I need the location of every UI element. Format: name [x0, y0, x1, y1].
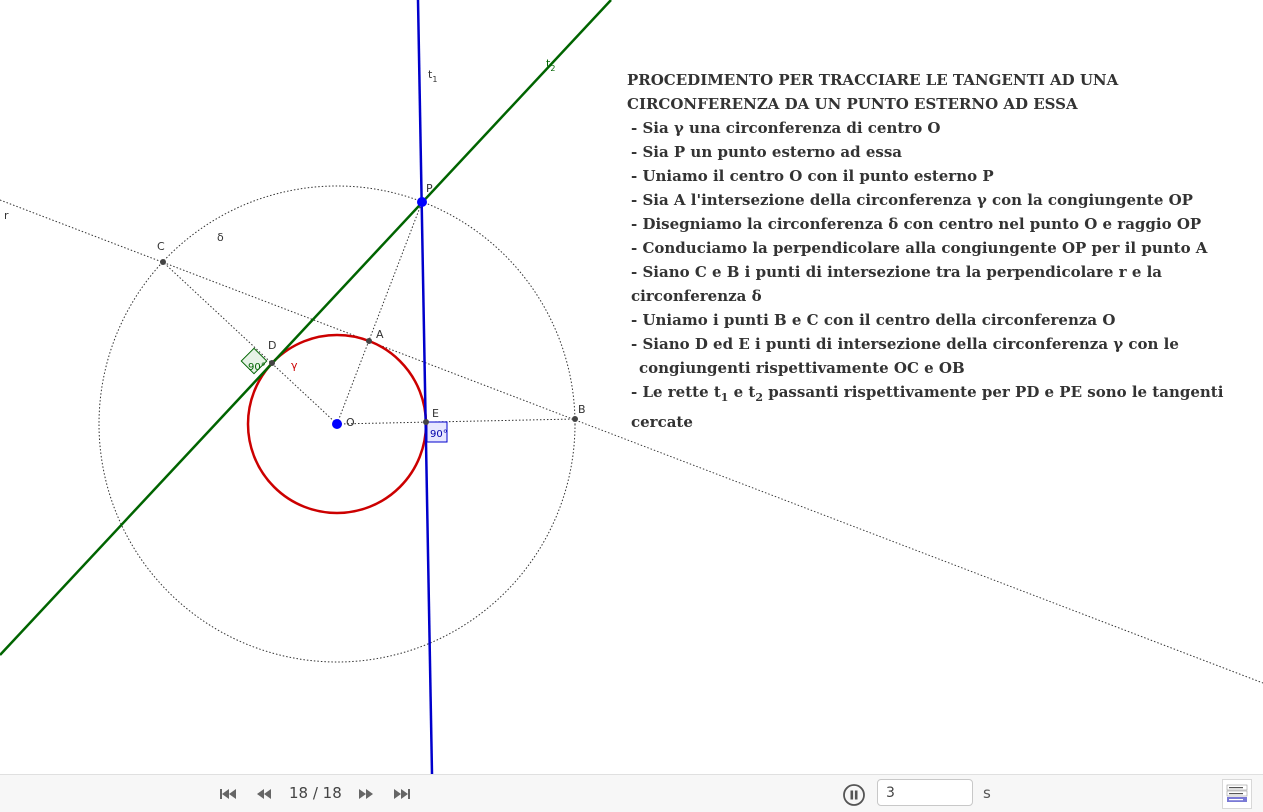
label-t1: t1 — [428, 68, 437, 84]
label-O: O — [346, 416, 355, 429]
step-forward-icon[interactable] — [355, 785, 377, 803]
instructions-text: PROCEDIMENTO PER TRACCIARE LE TANGENTI A… — [627, 68, 1247, 434]
instructions-title-line2: CIRCONFERENZA DA UN PUNTO ESTERNO AD ESS… — [627, 95, 1078, 113]
algebra-view-icon[interactable] — [1222, 779, 1252, 809]
instruction-step-last: - Le rette t1 e t2 passanti rispettivame… — [631, 383, 1224, 431]
step-back-icon[interactable] — [253, 785, 275, 803]
label-D: D — [268, 339, 276, 352]
instructions-title-line1: PROCEDIMENTO PER TRACCIARE LE TANGENTI A… — [627, 71, 1119, 89]
speed-input[interactable] — [877, 779, 973, 806]
label-C: C — [157, 240, 165, 253]
instruction-step-continuation: congiungenti rispettivamente OC e OB — [639, 359, 965, 377]
instruction-step: - Siano C e B i punti di intersezione tr… — [631, 263, 1162, 305]
point-C[interactable] — [160, 259, 166, 265]
segment-OB[interactable] — [336, 418, 576, 425]
label-A: A — [376, 328, 384, 341]
instruction-step: - Sia A l'intersezione della circonferen… — [631, 191, 1193, 209]
point-D[interactable] — [269, 360, 275, 366]
angle-label-E: 90° — [430, 429, 448, 440]
skip-to-end-icon[interactable] — [391, 785, 413, 803]
tangent-t1[interactable] — [416, 0, 434, 774]
instruction-step: - Conduciamo la perpendicolare alla cong… — [631, 239, 1208, 257]
instruction-step: - Sia P un punto esterno ad essa — [631, 143, 902, 161]
speed-unit-label: s — [983, 784, 991, 802]
skip-to-start-icon[interactable] — [217, 785, 239, 803]
instruction-step: - Disegniamo la circonferenza δ con cent… — [631, 215, 1202, 233]
segment-OC[interactable] — [162, 261, 338, 425]
label-E: E — [432, 407, 439, 420]
instruction-step: - Uniamo i punti B e C con il centro del… — [631, 311, 1116, 329]
point-E[interactable] — [423, 419, 429, 425]
label-delta: δ — [217, 231, 224, 244]
pause-icon[interactable] — [842, 783, 866, 807]
segment-OP[interactable] — [336, 201, 423, 425]
point-P[interactable] — [417, 197, 427, 207]
instruction-step: - Sia γ una circonferenza di centro O — [631, 119, 941, 137]
playback-toolbar: 18 / 18 s — [0, 774, 1263, 812]
instruction-step: - Uniamo il centro O con il punto estern… — [631, 167, 994, 185]
label-r: r — [4, 209, 9, 222]
tangent-t2[interactable] — [0, 0, 612, 656]
label-P: P — [426, 182, 433, 195]
point-B[interactable] — [572, 416, 578, 422]
point-O[interactable] — [332, 419, 342, 429]
instruction-step: - Siano D ed E i punti di intersezione d… — [631, 335, 1179, 353]
label-B: B — [578, 403, 586, 416]
label-gamma: γ — [291, 359, 298, 372]
point-A[interactable] — [366, 338, 372, 344]
step-counter: 18 / 18 — [289, 784, 342, 802]
